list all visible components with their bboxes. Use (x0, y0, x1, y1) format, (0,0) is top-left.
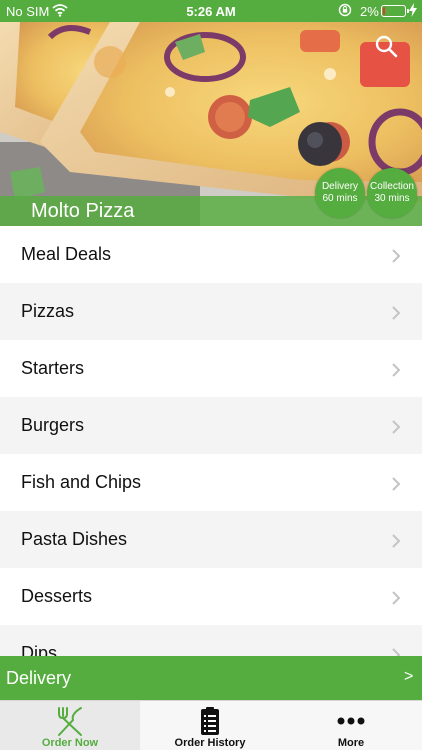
tab-label: Order History (174, 737, 246, 749)
menu-item-desserts[interactable]: Desserts (0, 568, 422, 625)
chevron-right-icon (392, 306, 401, 320)
menu-item-dips[interactable]: Dips (0, 625, 422, 656)
collection-time-badge: Collection 30 mins (367, 168, 417, 218)
menu-item-burgers[interactable]: Burgers (0, 397, 422, 454)
restaurant-name: Molto Pizza (31, 200, 135, 222)
menu-item-fish-and-chips[interactable]: Fish and Chips (0, 454, 422, 511)
delivery-mode-bar[interactable]: Delivery > (0, 656, 422, 700)
search-icon (375, 35, 398, 58)
delivery-time-badge: Delivery 60 mins (315, 168, 365, 218)
chevron-right-icon (392, 591, 401, 605)
chevron-right-icon (392, 648, 401, 656)
delivery-mode-label: Delivery (6, 668, 72, 688)
hero-banner: Molto Pizza Delivery 60 mins Collection … (0, 22, 422, 226)
tab-label: Order Now (41, 737, 99, 749)
collection-badge-time: 30 mins (374, 193, 410, 204)
menu-item-starters[interactable]: Starters (0, 340, 422, 397)
collection-badge-title: Collection (370, 181, 414, 192)
menu-item-label: Meal Deals (21, 244, 112, 264)
status-bar: No SIM 5:26 AM 2% (0, 0, 422, 22)
chevron-right-icon (392, 249, 401, 263)
menu-item-label: Dips (21, 643, 58, 656)
chevron-right-icon (392, 420, 401, 434)
menu-category-list: Meal Deals Pizzas Starters Burgers Fish … (0, 226, 422, 656)
menu-item-label: Desserts (21, 586, 93, 606)
menu-item-pizzas[interactable]: Pizzas (0, 283, 422, 340)
battery-percent: 2% (360, 4, 379, 19)
delivery-badge-title: Delivery (321, 181, 359, 192)
charging-icon (409, 3, 417, 20)
delivery-arrow: > (404, 668, 414, 685)
menu-item-meal-deals[interactable]: Meal Deals (0, 226, 422, 283)
chevron-right-icon (392, 363, 401, 377)
tab-label: More (337, 737, 365, 749)
clock: 5:26 AM (186, 4, 236, 19)
menu-item-label: Pasta Dishes (21, 529, 128, 549)
menu-item-label: Starters (21, 358, 85, 378)
battery-icon (381, 5, 409, 17)
chevron-right-icon (392, 477, 401, 491)
delivery-badge-time: 60 mins (322, 193, 358, 204)
tab-bar: Order Now Order History More (0, 700, 422, 750)
tab-order-now[interactable]: Order Now (0, 701, 140, 750)
search-button[interactable] (372, 32, 400, 60)
menu-item-label: Burgers (21, 415, 85, 435)
menu-item-label: Pizzas (21, 301, 75, 321)
tab-order-history[interactable]: Order History (140, 701, 280, 750)
menu-item-pasta-dishes[interactable]: Pasta Dishes (0, 511, 422, 568)
rotation-lock-icon (338, 3, 352, 20)
tab-more[interactable]: More (281, 701, 421, 750)
chevron-right-icon (392, 534, 401, 548)
menu-item-label: Fish and Chips (21, 472, 142, 492)
